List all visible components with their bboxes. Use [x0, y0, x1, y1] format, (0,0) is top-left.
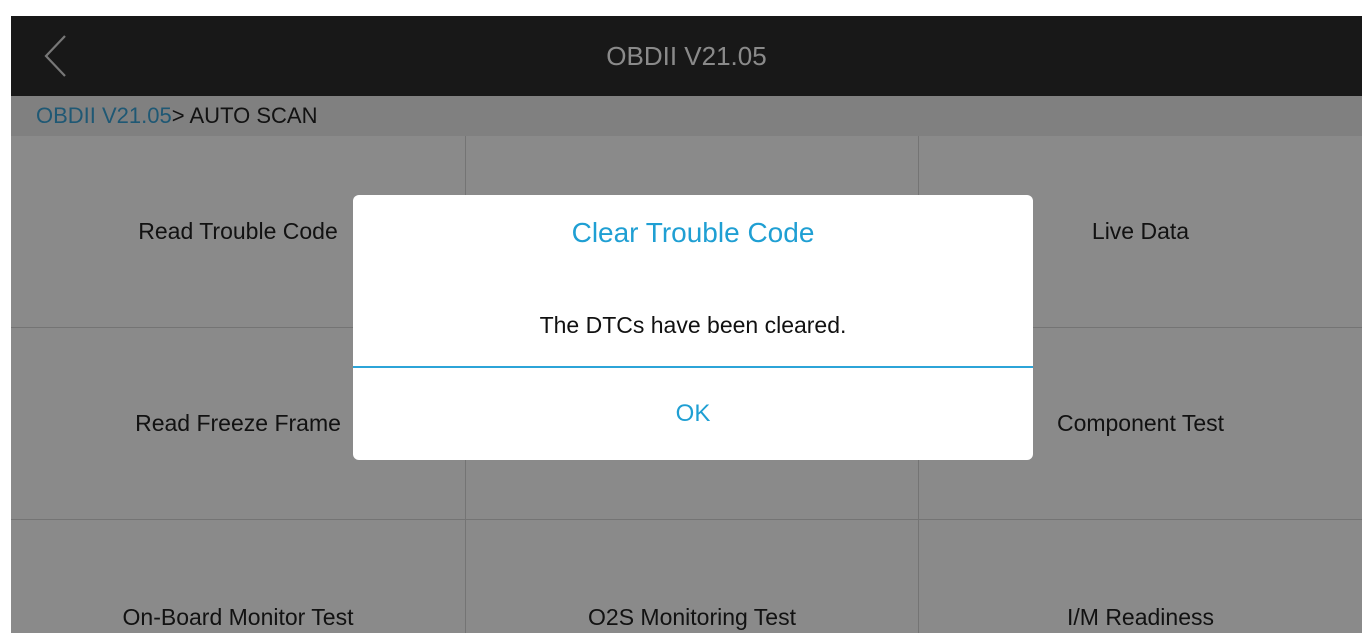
- app-window: OBDII V21.05 OBDII V21.05> AUTO SCAN Rea…: [11, 16, 1362, 633]
- ok-button[interactable]: OK: [353, 368, 1033, 460]
- dialog-message: The DTCs have been cleared.: [539, 312, 847, 338]
- dialog-title: Clear Trouble Code: [571, 217, 815, 248]
- clear-trouble-code-dialog: Clear Trouble Code The DTCs have been cl…: [353, 195, 1033, 460]
